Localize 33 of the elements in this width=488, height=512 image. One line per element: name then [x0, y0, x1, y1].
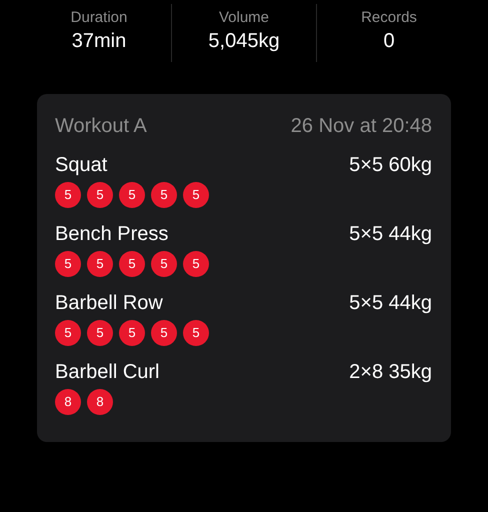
set-reps-badge: 5	[55, 182, 81, 208]
exercise-name: Squat	[55, 153, 108, 178]
set-reps-badge: 5	[151, 251, 177, 277]
set-reps-badge: 5	[55, 251, 81, 277]
exercise-summary: 2×8 35kg	[349, 360, 432, 385]
stat-label: Duration	[70, 8, 128, 28]
set-reps-badge: 5	[183, 182, 209, 208]
set-reps-badge: 5	[55, 320, 81, 346]
stat-value: 0	[383, 29, 395, 54]
set-reps-badge: 5	[151, 182, 177, 208]
stat-label: Volume	[218, 8, 270, 28]
stat-value: 37min	[72, 29, 126, 54]
exercise-name: Barbell Curl	[55, 360, 160, 385]
exercise-summary: 5×5 60kg	[349, 153, 432, 178]
workout-date: 26 Nov at 20:48	[290, 114, 432, 139]
exercise-name: Bench Press	[55, 222, 168, 247]
set-reps-badge: 5	[183, 320, 209, 346]
stat-value: 5,045kg	[208, 29, 280, 54]
exercise-summary: 5×5 44kg	[349, 291, 432, 316]
set-reps-badge: 5	[87, 251, 113, 277]
set-reps-badge: 8	[55, 389, 81, 415]
set-reps-badge: 5	[183, 251, 209, 277]
workout-title: Workout A	[55, 114, 147, 139]
set-reps-badge: 5	[119, 320, 145, 346]
set-reps-badge: 8	[87, 389, 113, 415]
stat-label: Records	[361, 8, 417, 28]
set-reps-badge: 5	[87, 182, 113, 208]
set-reps-badge: 5	[119, 182, 145, 208]
set-reps-badge: 5	[119, 251, 145, 277]
set-reps-badge: 5	[87, 320, 113, 346]
set-reps-badge: 5	[151, 320, 177, 346]
exercise-summary: 5×5 44kg	[349, 222, 432, 247]
exercise-name: Barbell Row	[55, 291, 163, 316]
